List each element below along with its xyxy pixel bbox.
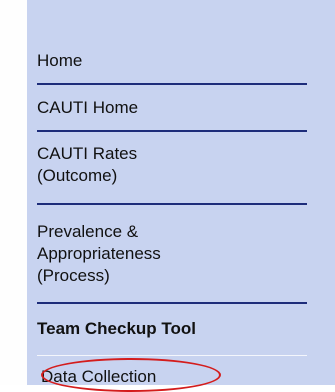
sidebar-nav: Home CAUTI Home CAUTI Rates (Outcome) Pr… bbox=[27, 0, 335, 392]
sidebar-item-cauti-rates[interactable]: CAUTI Rates (Outcome) bbox=[37, 143, 307, 187]
sidebar-item-label-line-1: CAUTI Rates bbox=[37, 144, 138, 163]
sidebar-item-label: Home bbox=[37, 51, 83, 70]
divider bbox=[37, 203, 307, 205]
divider bbox=[37, 130, 307, 132]
sidebar-item-home[interactable]: Home bbox=[37, 50, 307, 72]
sidebar-item-label-line-2: Appropriateness bbox=[37, 244, 161, 263]
sidebar-item-label: CAUTI Home bbox=[37, 98, 139, 117]
sidebar-item-label-line-1: Prevalence & bbox=[37, 222, 139, 241]
sidebar-item-label-line-2: (Outcome) bbox=[37, 166, 118, 185]
sidebar-item-prevalence[interactable]: Prevalence & Appropriateness (Process) bbox=[37, 221, 307, 287]
sidebar-item-label: Team Checkup Tool bbox=[37, 319, 197, 338]
page-background: Home CAUTI Home CAUTI Rates (Outcome) Pr… bbox=[0, 0, 335, 392]
divider bbox=[37, 83, 307, 85]
sidebar-item-team-checkup-tool[interactable]: Team Checkup Tool bbox=[37, 318, 307, 340]
sidebar-item-label-line-3: (Process) bbox=[37, 266, 110, 285]
divider bbox=[37, 355, 307, 356]
sidebar-item-cauti-home[interactable]: CAUTI Home bbox=[37, 97, 307, 119]
divider bbox=[37, 302, 307, 304]
